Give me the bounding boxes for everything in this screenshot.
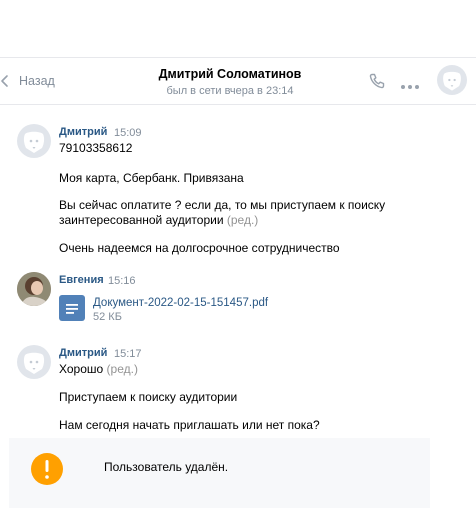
edited-label: (ред.)	[226, 213, 259, 227]
document-icon[interactable]	[59, 295, 85, 321]
message-text-line: заинтересованной аудитории	[59, 213, 224, 227]
avatar[interactable]	[17, 124, 51, 158]
avatar[interactable]	[17, 272, 51, 306]
message-author[interactable]: Дмитрий	[59, 126, 107, 138]
chat-header: Назад Дмитрий Соломатинов был в сети вче…	[0, 57, 476, 105]
message-text: Нам сегодня начать приглашать или нет по…	[59, 418, 320, 432]
message-text: Очень надеемся на долгосрочное сотруднич…	[59, 241, 340, 255]
message-text: 79103358612	[59, 141, 133, 155]
contact-status: был в сети вчера в 23:14	[166, 85, 294, 97]
contact-avatar[interactable]	[437, 65, 467, 95]
warning-icon	[31, 453, 63, 485]
more-icon[interactable]	[400, 77, 420, 95]
message-time[interactable]: 15:09	[114, 127, 142, 139]
message-time[interactable]: 15:17	[114, 348, 142, 360]
user-photo-icon	[17, 272, 51, 306]
message-text: Приступаем к поиску аудитории	[59, 390, 238, 404]
message-text: Хорошо (ред.)	[59, 362, 138, 377]
back-button[interactable]: Назад	[0, 58, 55, 104]
message-time[interactable]: 15:16	[108, 275, 136, 287]
user-deleted-banner: Пользователь удалён.	[9, 438, 430, 508]
dog-avatar-icon	[23, 352, 45, 374]
avatar[interactable]	[17, 345, 51, 379]
edited-label: (ред.)	[106, 362, 138, 376]
attachment-name[interactable]: Документ-2022-02-15-151457.pdf	[93, 297, 268, 309]
message-text: заинтересованной аудитории (ред.)	[59, 213, 258, 228]
message-author[interactable]: Евгения	[59, 274, 104, 286]
phone-icon[interactable]	[368, 72, 386, 95]
message-author[interactable]: Дмитрий	[59, 347, 107, 359]
chevron-left-icon	[0, 73, 10, 89]
message-text: Моя карта, Сбербанк. Привязана	[59, 171, 244, 185]
dog-avatar-icon	[443, 71, 461, 91]
dog-avatar-icon	[23, 131, 45, 153]
back-label: Назад	[19, 74, 55, 88]
banner-text: Пользователь удалён.	[104, 460, 229, 474]
message-text: Вы сейчас оплатите ? если да, то мы прис…	[59, 198, 386, 212]
message-text-line: Хорошо	[59, 362, 104, 376]
attachment-size: 52 КБ	[93, 311, 122, 323]
chat-title[interactable]: Дмитрий Соломатинов был в сети вчера в 2…	[120, 67, 340, 98]
contact-name: Дмитрий Соломатинов	[158, 67, 302, 81]
